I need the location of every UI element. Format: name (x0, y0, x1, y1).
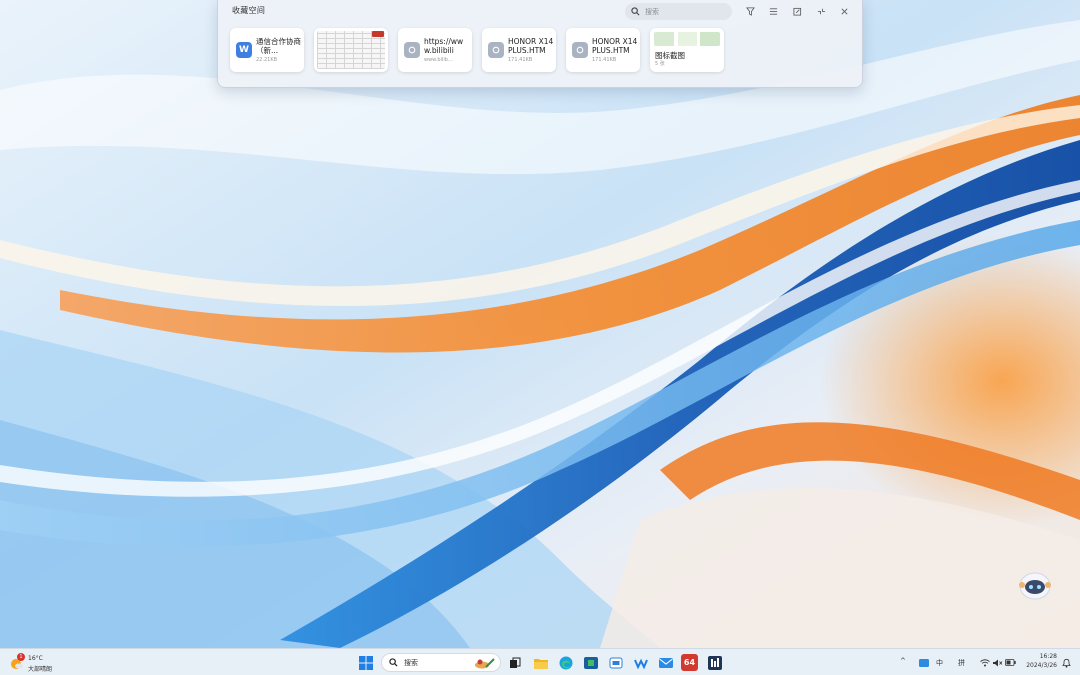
search-highlight-icon (475, 658, 495, 669)
wifi-icon (979, 658, 990, 666)
collection-card-html-file[interactable]: HONOR X14 PLUS.HTM 171.41KB (482, 28, 556, 72)
html-file-icon (572, 42, 588, 58)
weather-temperature: 16°C (28, 655, 43, 662)
collection-card-html-file[interactable]: HONOR X14 PLUS.HTM 171.41KB (566, 28, 640, 72)
store-icon (583, 656, 598, 669)
collection-card-image[interactable] (314, 28, 388, 72)
app-64-label: 64 (683, 658, 696, 667)
mail-button[interactable] (657, 654, 674, 671)
weather-alert-badge: 1 (17, 653, 25, 661)
wechat-work-button[interactable] (632, 654, 649, 671)
card-title: 通信合作协商（新... (256, 37, 301, 55)
input-language-button[interactable]: 中 (936, 658, 943, 668)
taskbar-clock[interactable]: 16:28 2024/3/26 (1023, 652, 1057, 670)
start-icon (358, 655, 373, 670)
panel-search-placeholder: 搜索 (645, 7, 659, 16)
html-file-icon (488, 42, 504, 58)
thumbnail-badge (372, 31, 384, 37)
taskbar-search-placeholder: 搜索 (404, 658, 418, 667)
notification-button[interactable] (1058, 654, 1075, 671)
battery-icon (1005, 659, 1016, 666)
app-64-button[interactable]: 64 (681, 654, 698, 671)
edge-icon (559, 656, 572, 669)
edge-button[interactable] (557, 654, 574, 671)
card-size: 171.41KB (508, 57, 533, 63)
card-title: HONOR X14 PLUS.HTM (592, 37, 638, 55)
card-url: www.bilib... (424, 57, 453, 63)
collection-card-link[interactable]: https://www.bilibili www.bilib... (398, 28, 472, 72)
collapse-button[interactable] (813, 4, 829, 19)
store-button[interactable] (582, 654, 599, 671)
weather-widget[interactable]: 1 16°C 大部晴朗 (10, 653, 70, 673)
weather-description: 大部晴朗 (28, 666, 53, 673)
task-view-icon (509, 657, 520, 668)
collection-card-word-doc[interactable]: W 通信合作协商（新... 22.21KB (230, 28, 304, 72)
filter-icon (745, 7, 755, 16)
popout-icon (792, 7, 801, 16)
list-view-button[interactable] (765, 4, 781, 19)
taskbar-search-input[interactable]: 搜索 (381, 653, 501, 672)
card-count: 5 张 (655, 61, 665, 67)
volume-icon (992, 659, 1002, 666)
collection-card-image-group[interactable]: 图标截图 5 张 (650, 28, 724, 72)
wechat-work-icon (633, 658, 648, 669)
battery-button[interactable] (1002, 654, 1019, 671)
ime-mode-button[interactable]: 拼 (958, 658, 965, 668)
link-icon (404, 42, 420, 58)
bell-icon (1062, 658, 1071, 668)
close-icon (841, 8, 847, 15)
card-size: 22.21KB (256, 57, 278, 63)
desktop-wallpaper (0, 0, 1080, 648)
popout-button[interactable] (789, 4, 805, 19)
clock-time: 16:28 (1039, 653, 1057, 660)
card-title: HONOR X14 PLUS.HTM (508, 37, 554, 55)
panel-title: 收藏空间 (232, 6, 266, 15)
card-title: https://www.bilibili (424, 37, 464, 55)
tray-overflow-button[interactable]: ^ (900, 657, 906, 665)
task-view-button[interactable] (506, 654, 523, 671)
messages-button[interactable] (607, 654, 624, 671)
file-explorer-icon (533, 658, 548, 669)
list-icon (769, 8, 777, 15)
start-button[interactable] (357, 654, 374, 671)
close-button[interactable] (836, 4, 852, 19)
taskbar: 1 16°C 大部晴朗 搜索 64 ^ 中 拼 16:28 2024/3/26 (0, 648, 1080, 675)
image-group-thumbnail (654, 32, 720, 46)
filter-button[interactable] (742, 4, 758, 19)
search-icon (389, 658, 398, 667)
calculator-icon (707, 655, 722, 670)
card-size: 171.41KB (592, 57, 617, 63)
search-icon (631, 7, 640, 16)
calculator-button[interactable] (706, 654, 723, 671)
tray-app-icon (918, 658, 929, 667)
collection-panel: 收藏空间 搜索 W 通信合作协商（新... 22.21KB https://ww… (217, 0, 863, 88)
ai-assistant-widget[interactable] (1017, 568, 1053, 602)
clock-date: 2024/3/26 (1026, 662, 1057, 669)
word-doc-icon: W (236, 42, 252, 58)
file-explorer-button[interactable] (532, 654, 549, 671)
panel-search-input[interactable]: 搜索 (625, 3, 732, 20)
tray-app-button[interactable] (915, 654, 932, 671)
collapse-icon (817, 8, 825, 15)
messages-icon (609, 657, 622, 668)
mail-icon (658, 657, 673, 668)
